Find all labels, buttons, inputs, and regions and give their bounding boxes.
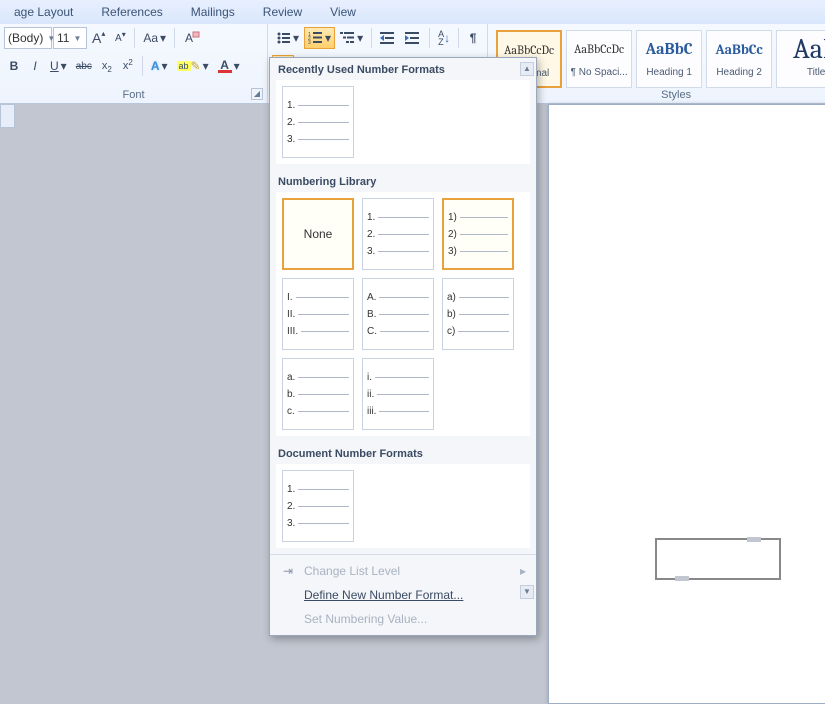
style-preview: AaBbCcDc xyxy=(567,31,631,67)
document-page[interactable] xyxy=(548,104,825,704)
number-format-tile[interactable]: A. B. C. xyxy=(362,278,434,350)
number-format-tile[interactable]: a. b. c. xyxy=(282,358,354,430)
number-format-tile[interactable]: i. ii. iii. xyxy=(362,358,434,430)
tab-review[interactable]: Review xyxy=(249,2,316,22)
group-styles: AaBbCcDc ¶ Normal AaBbCcDc ¶ No Spaci...… xyxy=(488,24,825,103)
numbering-icon: 123 xyxy=(308,31,324,45)
shrink-font-button[interactable]: A▾ xyxy=(110,27,130,49)
style-label: Title xyxy=(777,67,825,78)
clear-formatting-button[interactable]: A xyxy=(179,27,205,49)
style-label: Heading 2 xyxy=(707,67,771,78)
svg-text:A: A xyxy=(185,31,193,45)
show-marks-button[interactable]: ¶ xyxy=(463,27,483,49)
bullets-icon xyxy=(276,31,292,45)
style-label: Heading 1 xyxy=(637,67,701,78)
font-size-combo[interactable]: 11 ▼ xyxy=(53,27,87,49)
text-box-selection[interactable] xyxy=(655,538,781,580)
chevron-down-icon: ▾ xyxy=(293,31,299,45)
chevron-down-icon: ▾ xyxy=(234,59,240,73)
numbering-dropdown: ▲ ▼ Recently Used Number Formats 1. 2. 3… xyxy=(269,57,537,636)
underline-button[interactable]: U▾ xyxy=(46,55,71,77)
indent-icon: ⇥ xyxy=(280,564,296,578)
tab-page-layout[interactable]: age Layout xyxy=(0,2,87,22)
outdent-icon xyxy=(380,31,396,45)
section-docfmt-title: Document Number Formats xyxy=(270,442,536,464)
dropdown-footer: ⇥ Change List Level ▸ Define New Number … xyxy=(270,554,536,635)
chevron-down-icon: ▼ xyxy=(73,34,81,43)
number-format-tile[interactable]: 1. 2. 3. xyxy=(282,86,354,158)
highlight-button[interactable]: ab✎▾ xyxy=(173,55,213,77)
group-label-font: Font xyxy=(0,89,267,101)
style-label: ¶ No Spaci... xyxy=(567,67,631,78)
bullets-button[interactable]: ▾ xyxy=(272,27,303,49)
chevron-down-icon: ▾ xyxy=(160,31,166,45)
define-new-number-format-item[interactable]: Define New Number Format... xyxy=(270,583,536,607)
bold-button[interactable]: B xyxy=(4,55,24,77)
chevron-down-icon: ▾ xyxy=(162,59,168,73)
tab-bar: age Layout References Mailings Review Vi… xyxy=(0,0,825,24)
section-library-body: None 1. 2. 3. 1) 2) 3) I. II. III. A. B.… xyxy=(276,192,530,436)
tab-mailings[interactable]: Mailings xyxy=(177,2,249,22)
strikethrough-button[interactable]: abc xyxy=(72,55,96,77)
subscript-button[interactable]: x2 xyxy=(97,55,117,77)
style-heading-1[interactable]: AaBbC Heading 1 xyxy=(636,30,702,88)
number-format-tile[interactable]: 1. 2. 3. xyxy=(282,470,354,542)
separator xyxy=(458,28,459,48)
grow-font-button[interactable]: A▴ xyxy=(88,27,109,49)
separator xyxy=(429,28,430,48)
chevron-down-icon: ▾ xyxy=(61,59,67,73)
change-case-button[interactable]: Aa▾ xyxy=(139,27,170,49)
vertical-ruler xyxy=(0,104,15,128)
eraser-icon: A xyxy=(183,30,201,46)
italic-button[interactable]: I xyxy=(25,55,45,77)
style-heading-2[interactable]: AaBbCc Heading 2 xyxy=(706,30,772,88)
style-preview: AaBbCc xyxy=(707,31,771,67)
font-size-value: 11 xyxy=(57,31,69,45)
tab-references[interactable]: References xyxy=(87,2,176,22)
font-color-button[interactable]: A▾ xyxy=(214,55,244,77)
text-effects-button[interactable]: A▾ xyxy=(147,55,172,77)
separator xyxy=(134,28,135,48)
separator xyxy=(371,28,372,48)
section-library-title: Numbering Library xyxy=(270,170,536,192)
set-numbering-value-item: Set Numbering Value... xyxy=(270,607,536,631)
increase-indent-button[interactable] xyxy=(401,27,425,49)
superscript-button[interactable]: x2 xyxy=(118,55,138,77)
number-format-none[interactable]: None xyxy=(282,198,354,270)
number-format-tile[interactable]: I. II. III. xyxy=(282,278,354,350)
chevron-down-icon: ▾ xyxy=(203,59,209,73)
number-format-tile[interactable]: a) b) c) xyxy=(442,278,514,350)
scroll-up-button[interactable]: ▲ xyxy=(520,62,534,76)
style-preview: AaB xyxy=(777,31,825,67)
chevron-down-icon: ▾ xyxy=(357,31,363,45)
style-no-spacing[interactable]: AaBbCcDc ¶ No Spaci... xyxy=(566,30,632,88)
multilevel-list-button[interactable]: ▾ xyxy=(336,27,367,49)
style-preview: AaBbC xyxy=(637,31,701,67)
number-format-tile[interactable]: 1. 2. 3. xyxy=(362,198,434,270)
change-list-level-item: ⇥ Change List Level ▸ xyxy=(270,559,536,583)
font-family-combo[interactable]: (Body)▼ xyxy=(4,27,52,49)
font-family-value: (Body) xyxy=(8,31,43,45)
font-dialog-launcher[interactable]: ◢ xyxy=(251,88,263,100)
decrease-indent-button[interactable] xyxy=(376,27,400,49)
chevron-down-icon: ▾ xyxy=(325,31,331,45)
indent-icon xyxy=(405,31,421,45)
numbering-button[interactable]: 123 ▾ xyxy=(304,27,335,49)
separator xyxy=(174,28,175,48)
dropdown-scrollbar: ▲ ▼ xyxy=(520,62,534,599)
sort-button[interactable]: AZ↓ xyxy=(434,27,454,49)
group-font: (Body)▼ 11 ▼ A▴ A▾ Aa▾ A B I U▾ abc x2 x2… xyxy=(0,24,268,103)
style-title[interactable]: AaB Title xyxy=(776,30,825,88)
number-format-tile[interactable]: 1) 2) 3) xyxy=(442,198,514,270)
section-recent-title: Recently Used Number Formats xyxy=(270,58,536,80)
section-recent-body: 1. 2. 3. xyxy=(276,80,530,164)
scroll-down-button[interactable]: ▼ xyxy=(520,585,534,599)
multilevel-icon xyxy=(340,31,356,45)
svg-text:3: 3 xyxy=(308,40,311,45)
section-docfmt-body: 1. 2. 3. xyxy=(276,464,530,548)
separator xyxy=(142,56,143,76)
tab-view[interactable]: View xyxy=(316,2,370,22)
group-label-styles: Styles xyxy=(488,89,825,101)
